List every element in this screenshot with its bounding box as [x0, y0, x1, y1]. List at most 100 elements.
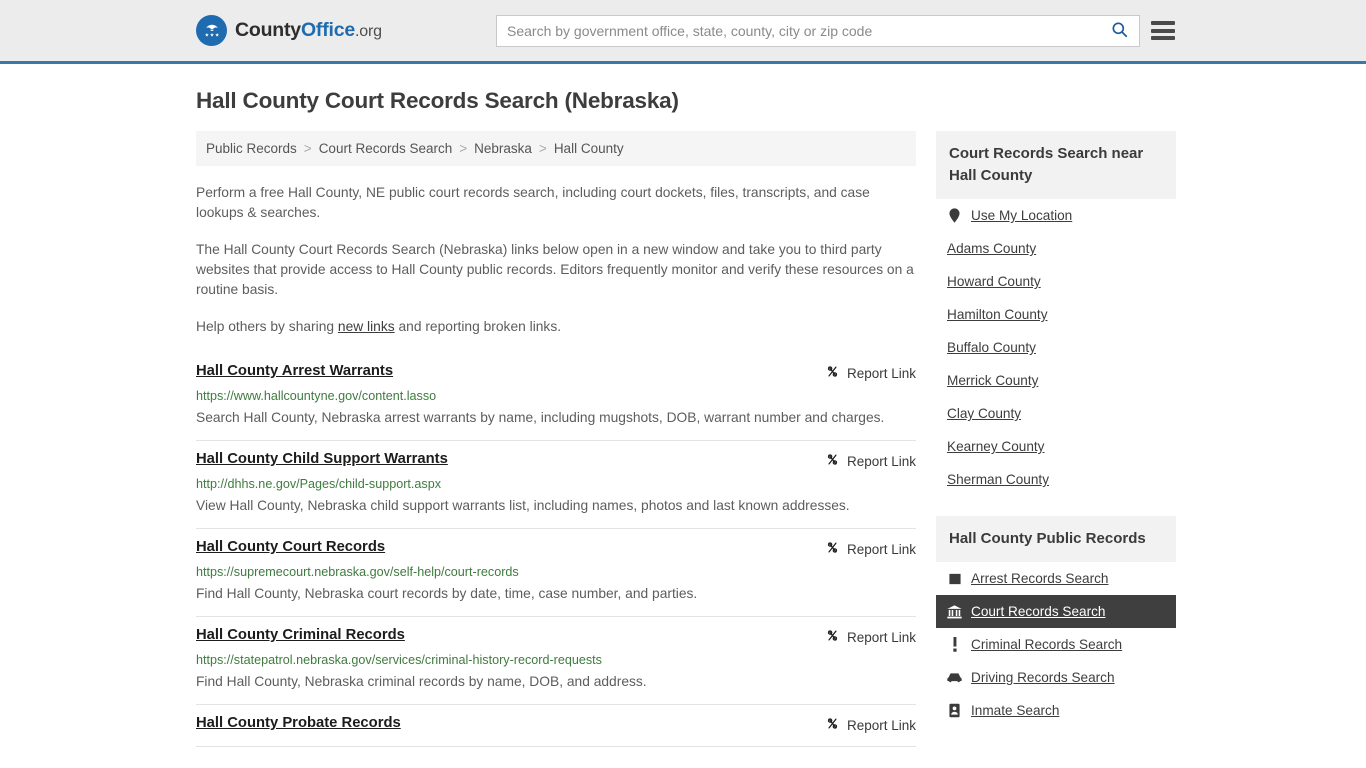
sidebar-item-merrick-county[interactable]: Merrick County [936, 364, 1176, 397]
sidebar-item-label: Clay County [947, 406, 1022, 421]
report-link-button[interactable]: Report Link [825, 715, 916, 734]
sidebar-item-clay-county[interactable]: Clay County [936, 397, 1176, 430]
intro-paragraph-2: The Hall County Court Records Search (Ne… [196, 242, 914, 297]
brand-part-county: County [235, 19, 301, 41]
square-icon [947, 571, 962, 586]
sidebar-item-hamilton-county[interactable]: Hamilton County [936, 298, 1176, 331]
sidebar-item-label: Hamilton County [947, 307, 1048, 322]
sidebar-heading-public-records: Hall County Public Records [936, 516, 1176, 562]
report-link-label: Report Link [846, 365, 916, 381]
new-links-link[interactable]: new links [338, 319, 395, 334]
broken-link-icon [825, 452, 840, 470]
list-item: Buffalo County [936, 331, 1176, 364]
broken-link-icon [825, 716, 840, 734]
hamburger-menu-icon[interactable] [1151, 21, 1175, 40]
sidebar-item-label: Adams County [947, 241, 1037, 256]
nearby-county-list: Use My Location Adams County Howard Coun… [936, 199, 1176, 496]
result-title-link[interactable]: Hall County Criminal Records [196, 627, 405, 643]
breadcrumb: Public Records > Court Records Search > … [196, 131, 916, 166]
breadcrumb-separator: > [538, 141, 547, 156]
car-icon [947, 670, 962, 685]
search-input[interactable] [497, 15, 1099, 46]
sidebar-item-court-records-search[interactable]: Court Records Search [936, 595, 1176, 628]
report-link-label: Report Link [846, 453, 916, 469]
report-link-button[interactable]: Report Link [825, 451, 916, 470]
sidebar-item-label: Howard County [947, 274, 1041, 289]
report-link-label: Report Link [846, 629, 916, 645]
sidebar-item-label: Sherman County [947, 472, 1050, 487]
intro-paragraph-1: Perform a free Hall County, NE public co… [196, 185, 870, 220]
breadcrumb-separator: > [303, 141, 312, 156]
result-url: https://statepatrol.nebraska.gov/service… [196, 653, 602, 667]
breadcrumb-item-hall-county[interactable]: Hall County [554, 141, 624, 156]
result-title-link[interactable]: Hall County Court Records [196, 539, 385, 555]
report-link-button[interactable]: Report Link [825, 539, 916, 558]
page-container: Hall County Court Records Search (Nebras… [0, 88, 1366, 747]
sidebar-item-label: Merrick County [947, 373, 1039, 388]
courthouse-icon [947, 604, 962, 619]
main-column: Public Records > Court Records Search > … [196, 131, 916, 747]
result-header: Hall County Child Support Warrants Repor… [196, 451, 916, 470]
sidebar-item-arrest-records-search[interactable]: Arrest Records Search [936, 562, 1176, 595]
sidebar-item-kearney-county[interactable]: Kearney County [936, 430, 1176, 463]
sidebar-item-adams-county[interactable]: Adams County [936, 232, 1176, 265]
list-item: Clay County [936, 397, 1176, 430]
result-title-link[interactable]: Hall County Probate Records [196, 715, 401, 731]
list-item: Court Records Search [936, 595, 1176, 628]
list-item: Arrest Records Search [936, 562, 1176, 595]
result-title-link[interactable]: Hall County Arrest Warrants [196, 363, 393, 379]
hamburger-bar-1 [1151, 21, 1175, 25]
result-item: Hall County Child Support Warrants Repor… [196, 441, 916, 529]
search-bar[interactable] [496, 14, 1140, 47]
result-item: Hall County Arrest Warrants Report Link … [196, 359, 916, 441]
list-item: Inmate Search [936, 694, 1176, 727]
result-title-link[interactable]: Hall County Child Support Warrants [196, 451, 448, 467]
page-title: Hall County Court Records Search (Nebras… [196, 88, 679, 113]
breadcrumb-item-court-records-search[interactable]: Court Records Search [319, 141, 453, 156]
list-item: Driving Records Search [936, 661, 1176, 694]
site-logo-link[interactable]: CountyOffice.org [196, 15, 382, 46]
search-button[interactable] [1099, 16, 1139, 46]
brand-part-office: Office [300, 19, 356, 41]
sidebar-item-sherman-county[interactable]: Sherman County [936, 463, 1176, 496]
breadcrumb-item-public-records[interactable]: Public Records [206, 141, 297, 156]
sidebar-item-driving-records-search[interactable]: Driving Records Search [936, 661, 1176, 694]
result-url: https://supremecourt.nebraska.gov/self-h… [196, 565, 519, 579]
search-icon [1110, 20, 1129, 42]
hamburger-bar-3 [1151, 36, 1175, 40]
broken-link-icon [825, 540, 840, 558]
hamburger-bar-2 [1151, 28, 1175, 33]
result-url: http://dhhs.ne.gov/Pages/child-support.a… [196, 477, 442, 491]
result-item: Hall County Court Records Report Link ht… [196, 529, 916, 617]
site-header: CountyOffice.org [0, 0, 1366, 64]
list-item: Adams County [936, 232, 1176, 265]
intro-p3-before: Help others by sharing [196, 319, 338, 334]
sidebar-item-label: Buffalo County [947, 340, 1036, 355]
list-item: Kearney County [936, 430, 1176, 463]
sidebar-item-criminal-records-search[interactable]: Criminal Records Search [936, 628, 1176, 661]
result-description: Find Hall County, Nebraska court records… [196, 586, 698, 601]
result-header: Hall County Probate Records Report Link [196, 715, 916, 734]
intro-p3-after: and reporting broken links. [394, 319, 562, 334]
list-item: Hamilton County [936, 298, 1176, 331]
intro-text: Perform a free Hall County, NE public co… [196, 183, 916, 337]
sidebar-heading-nearby: Court Records Search near Hall County [936, 131, 1176, 199]
result-item: Hall County Probate Records Report Link [196, 705, 916, 747]
report-link-button[interactable]: Report Link [825, 363, 916, 382]
breadcrumb-separator: > [459, 141, 468, 156]
report-link-button[interactable]: Report Link [825, 627, 916, 646]
breadcrumb-item-nebraska[interactable]: Nebraska [474, 141, 532, 156]
broken-link-icon [825, 628, 840, 646]
eagle-shield-logo [196, 15, 227, 46]
map-pin-icon [947, 208, 962, 223]
sidebar-item-label: Court Records Search [971, 604, 1106, 619]
sidebar-item-howard-county[interactable]: Howard County [936, 265, 1176, 298]
intro-paragraph-3: Help others by sharing new links and rep… [196, 317, 916, 337]
sidebar-item-label: Kearney County [947, 439, 1045, 454]
result-url: https://www.hallcountyne.gov/content.las… [196, 389, 437, 403]
sidebar-item-use-my-location[interactable]: Use My Location [936, 199, 1176, 232]
sidebar-item-buffalo-county[interactable]: Buffalo County [936, 331, 1176, 364]
result-header: Hall County Criminal Records Report Link [196, 627, 916, 646]
brand-part-org: .org [355, 23, 382, 40]
sidebar-item-inmate-search[interactable]: Inmate Search [936, 694, 1176, 727]
